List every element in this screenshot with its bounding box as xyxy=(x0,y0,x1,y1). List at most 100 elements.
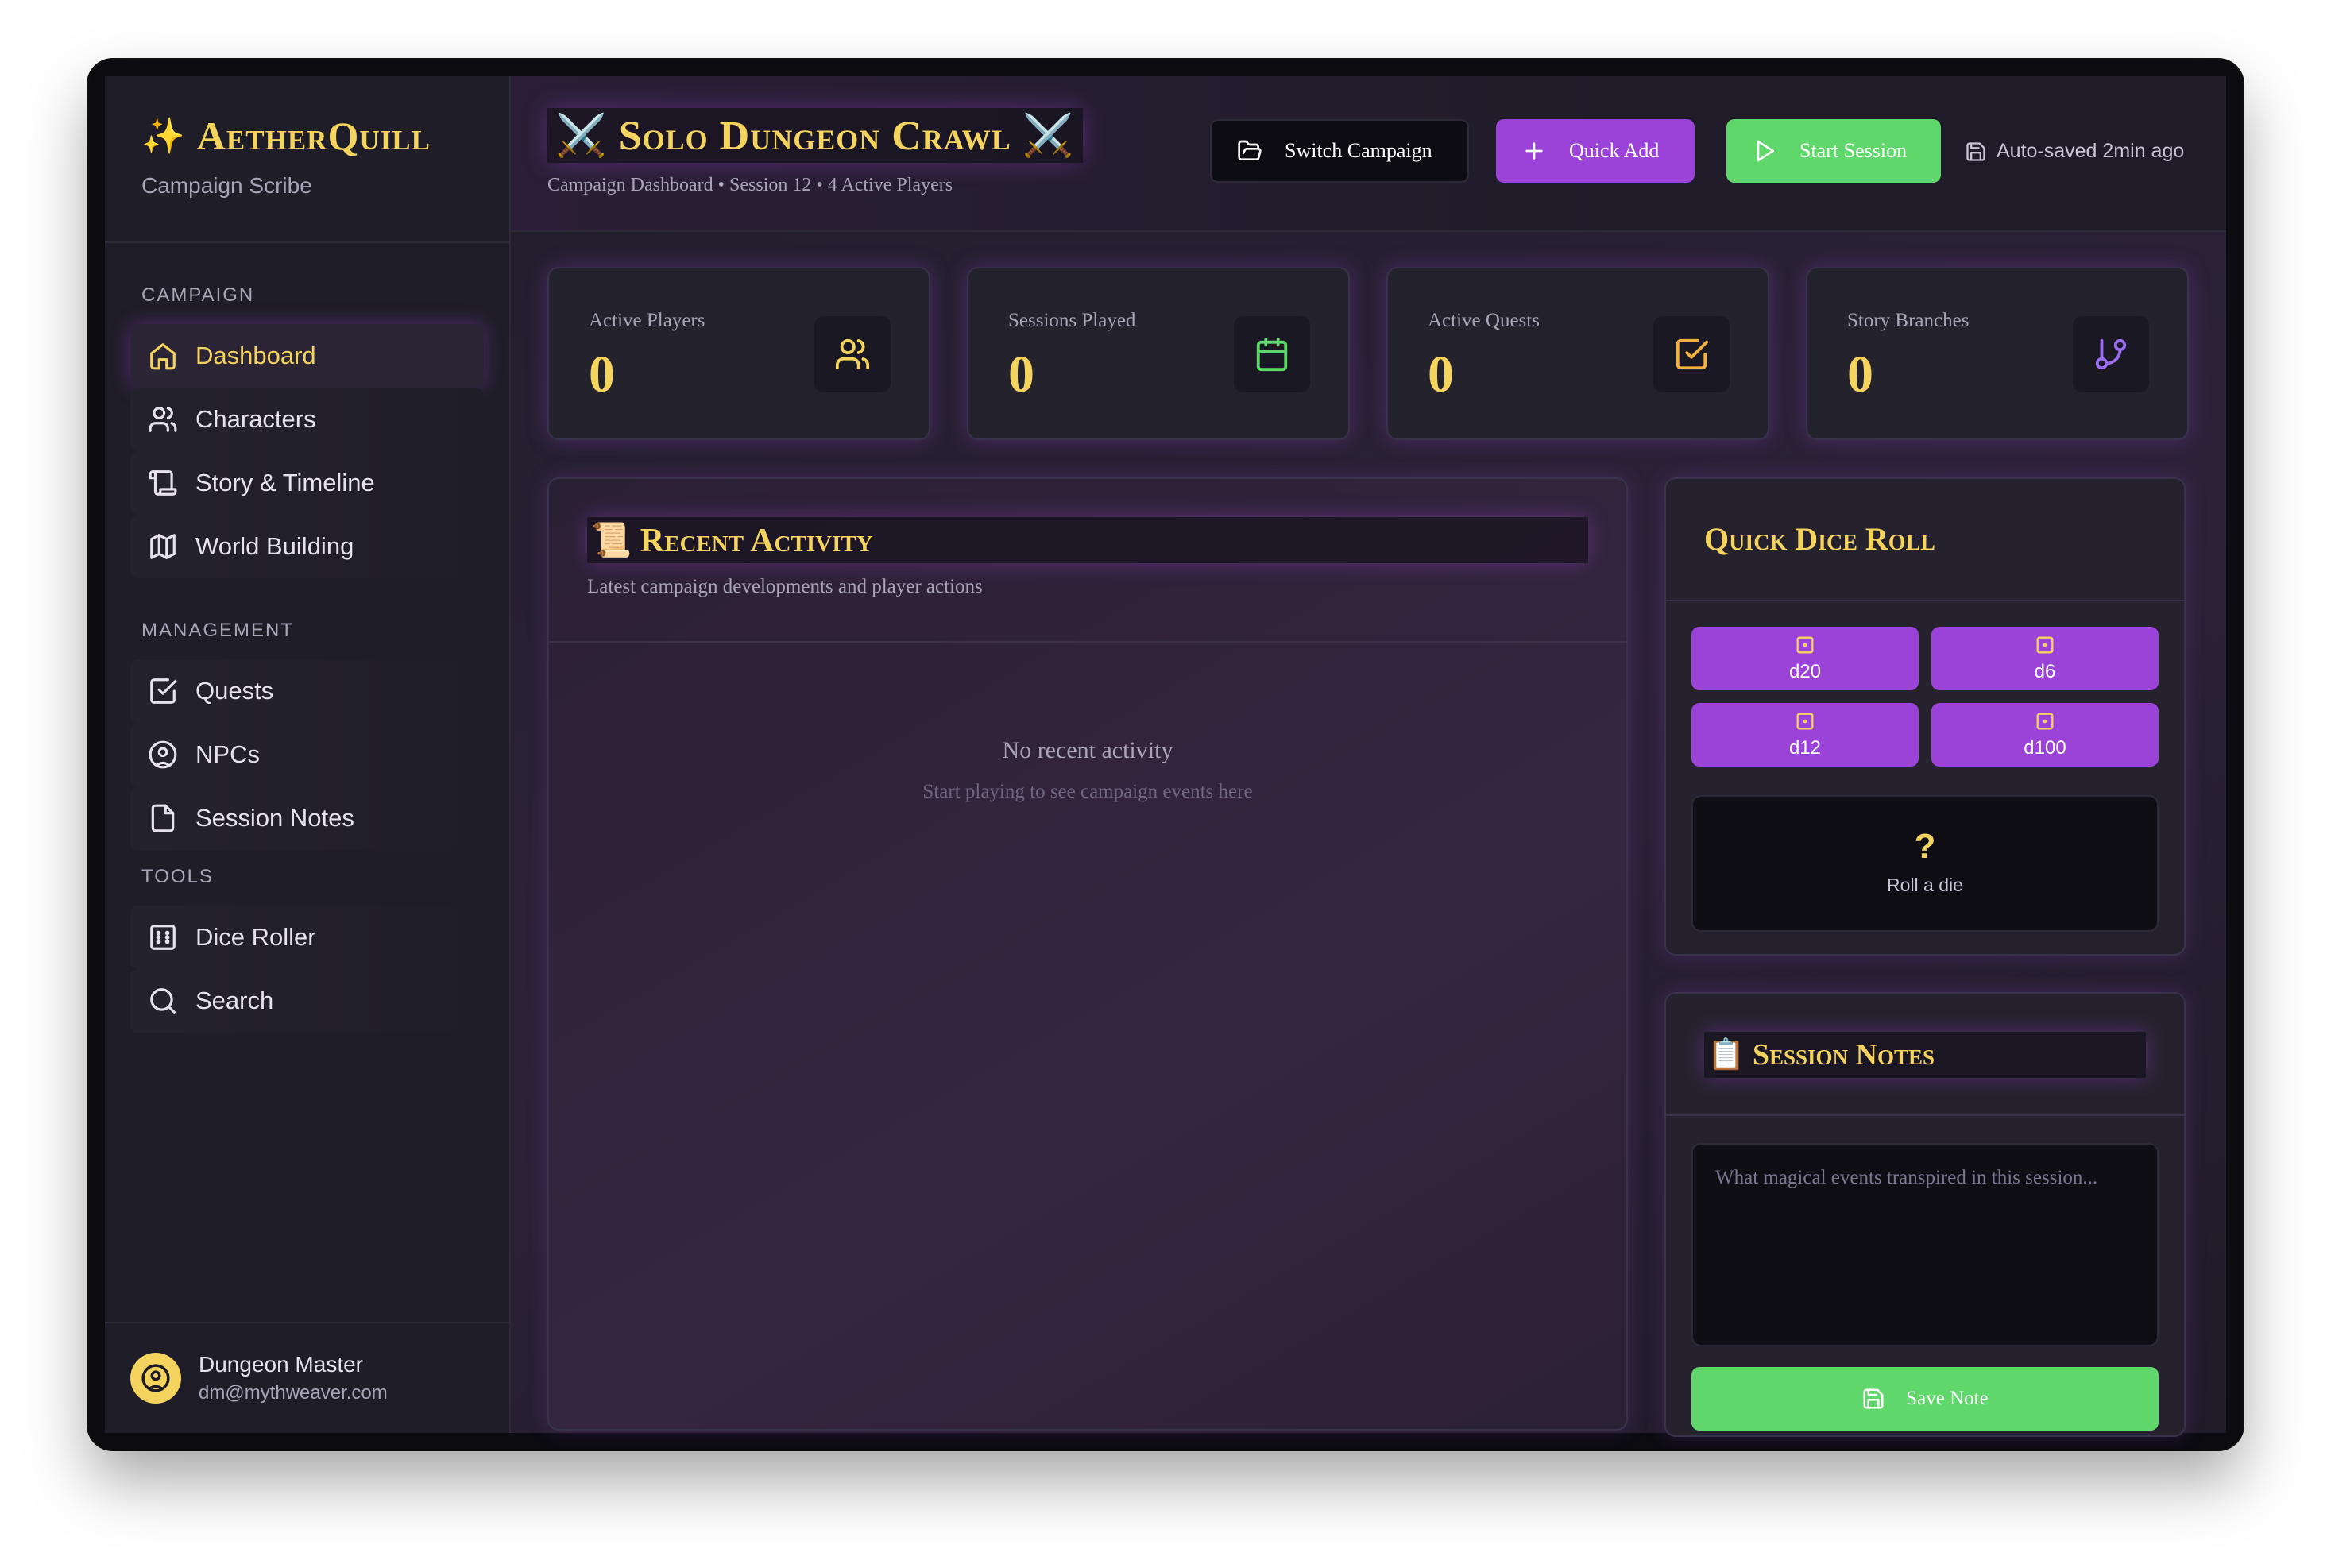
sidebar-item-label: Search xyxy=(195,987,274,1014)
stat-value: 0 xyxy=(1847,346,1873,404)
page-subtitle: Campaign Dashboard • Session 12 • 4 Acti… xyxy=(547,175,953,195)
die-icon xyxy=(1796,636,1814,654)
die-label: d20 xyxy=(1788,661,1822,682)
users-icon xyxy=(814,316,891,392)
nav-management: Quests NPCs Session Notes xyxy=(105,659,509,850)
user-info: Dungeon Master dm@mythweaver.com xyxy=(199,1352,388,1404)
nav-campaign: Dashboard Characters Story & Timeline Wo… xyxy=(105,324,509,578)
die-label: d6 xyxy=(2034,661,2056,682)
sidebar-item-search[interactable]: Search xyxy=(130,969,484,1033)
stat-label: Active Players xyxy=(589,310,705,331)
sidebar-item-label: Dashboard xyxy=(195,342,316,369)
sidebar-item-world-building[interactable]: World Building xyxy=(130,515,484,578)
save-note-button[interactable]: Save Note xyxy=(1691,1367,2159,1431)
switch-campaign-button[interactable]: Switch Campaign xyxy=(1210,119,1469,183)
sidebar-item-npcs[interactable]: NPCs xyxy=(130,723,484,786)
brand: ✨ AetherQuill Campaign Scribe xyxy=(105,76,509,243)
sidebar-item-label: Characters xyxy=(195,405,316,433)
map-icon xyxy=(150,534,176,559)
save-icon xyxy=(1966,141,1985,161)
stat-card-active-players[interactable]: Active Players 0 xyxy=(547,267,930,440)
recent-activity-panel: 📜 Recent Activity Latest campaign develo… xyxy=(547,477,1628,1431)
die-icon xyxy=(2036,713,2054,730)
checkbox-icon xyxy=(150,678,177,704)
sidebar-item-label: Session Notes xyxy=(195,804,354,832)
sidebar-item-dashboard[interactable]: Dashboard xyxy=(130,324,484,388)
sidebar-item-label: NPCs xyxy=(195,740,260,768)
divider xyxy=(1666,1114,2184,1116)
autosave-text: Auto-saved 2min ago xyxy=(1997,140,2185,162)
session-notes-title: 📋 Session Notes xyxy=(1704,1032,2146,1078)
stat-label: Story Branches xyxy=(1847,310,1970,331)
app-shell: ✨ AetherQuill Campaign Scribe CAMPAIGN D… xyxy=(105,76,2226,1437)
sidebar-item-session-notes[interactable]: Session Notes xyxy=(130,786,484,850)
user-circle-icon xyxy=(141,1364,170,1392)
quick-dice-title: Quick Dice Roll xyxy=(1704,521,1935,557)
sidebar-item-label: Story & Timeline xyxy=(195,469,375,496)
brand-subtitle: Campaign Scribe xyxy=(141,173,312,198)
section-label-tools: TOOLS xyxy=(141,866,214,887)
file-icon xyxy=(151,804,175,832)
stat-label: Sessions Played xyxy=(1008,310,1136,331)
section-label-campaign: CAMPAIGN xyxy=(141,284,255,306)
stat-value: 0 xyxy=(1428,346,1454,404)
session-notes-panel: 📋 Session Notes Save Note xyxy=(1664,992,2186,1437)
section-label-management: MANAGEMENT xyxy=(141,620,295,641)
start-session-button[interactable]: Start Session xyxy=(1726,119,1941,183)
die-icon xyxy=(1796,713,1814,730)
save-note-label: Save Note xyxy=(1906,1388,1989,1409)
page-header: ⚔️ Solo Dungeon Crawl ⚔️ Campaign Dashbo… xyxy=(511,76,2226,232)
die-button-d12[interactable]: d12 xyxy=(1691,703,1919,767)
dice-result-value: ? xyxy=(1914,827,1936,866)
users-icon xyxy=(149,407,177,432)
sidebar-item-characters[interactable]: Characters xyxy=(130,388,484,451)
save-icon xyxy=(1863,1388,1884,1409)
stat-value: 0 xyxy=(589,346,615,404)
autosave-status: Auto-saved 2min ago xyxy=(1965,140,2184,163)
app-window: ✨ AetherQuill Campaign Scribe CAMPAIGN D… xyxy=(89,60,2242,1449)
user-email: dm@mythweaver.com xyxy=(199,1382,388,1404)
sidebar-item-dice-roller[interactable]: Dice Roller xyxy=(130,906,484,969)
user-profile[interactable]: Dungeon Master dm@mythweaver.com xyxy=(105,1322,509,1433)
search-icon xyxy=(150,988,176,1014)
die-label: d100 xyxy=(2024,737,2066,759)
folder-open-icon xyxy=(1238,140,1262,160)
sparkles-icon: ✨ xyxy=(141,117,186,156)
switch-campaign-label: Switch Campaign xyxy=(1285,139,1432,162)
die-button-d6[interactable]: d6 xyxy=(1931,627,2159,690)
dice-icon xyxy=(150,925,176,950)
stat-card-active-quests[interactable]: Active Quests 0 xyxy=(1386,267,1769,440)
sidebar: ✨ AetherQuill Campaign Scribe CAMPAIGN D… xyxy=(105,76,511,1433)
nav-tools: Dice Roller Search xyxy=(105,906,509,1033)
stat-label: Active Quests xyxy=(1428,310,1540,331)
sidebar-item-quests[interactable]: Quests xyxy=(130,659,484,723)
session-notes-textarea[interactable] xyxy=(1691,1143,2159,1346)
stat-card-story-branches[interactable]: Story Branches 0 xyxy=(1806,267,2189,440)
divider xyxy=(549,641,1626,643)
quick-add-button[interactable]: Quick Add xyxy=(1496,119,1695,183)
brand-name: AetherQuill xyxy=(196,114,431,158)
git-branch-icon xyxy=(2073,316,2149,392)
sidebar-item-story-timeline[interactable]: Story & Timeline xyxy=(130,451,484,515)
brand-title[interactable]: ✨ AetherQuill xyxy=(141,113,473,159)
recent-activity-subtitle: Latest campaign developments and player … xyxy=(587,576,983,597)
die-icon xyxy=(2036,636,2054,654)
recent-activity-title: 📜 Recent Activity xyxy=(587,517,1588,563)
sidebar-item-label: World Building xyxy=(195,532,354,560)
empty-state-subtitle: Start playing to see campaign events her… xyxy=(922,781,1253,802)
sidebar-item-label: Quests xyxy=(195,677,274,705)
die-button-d20[interactable]: d20 xyxy=(1691,627,1919,690)
sidebar-item-label: Dice Roller xyxy=(195,923,316,951)
user-circle-icon xyxy=(149,740,177,769)
user-name: Dungeon Master xyxy=(199,1352,364,1377)
dice-result-box: ? Roll a die xyxy=(1691,795,2159,932)
divider xyxy=(1666,600,2184,601)
page-title: ⚔️ Solo Dungeon Crawl ⚔️ xyxy=(547,108,1083,163)
die-label: d12 xyxy=(1788,737,1822,759)
plus-icon xyxy=(1525,142,1543,160)
start-session-label: Start Session xyxy=(1799,139,1908,162)
home-icon xyxy=(150,343,176,370)
avatar xyxy=(130,1353,181,1404)
die-button-d100[interactable]: d100 xyxy=(1931,703,2159,767)
stat-card-sessions-played[interactable]: Sessions Played 0 xyxy=(967,267,1350,440)
